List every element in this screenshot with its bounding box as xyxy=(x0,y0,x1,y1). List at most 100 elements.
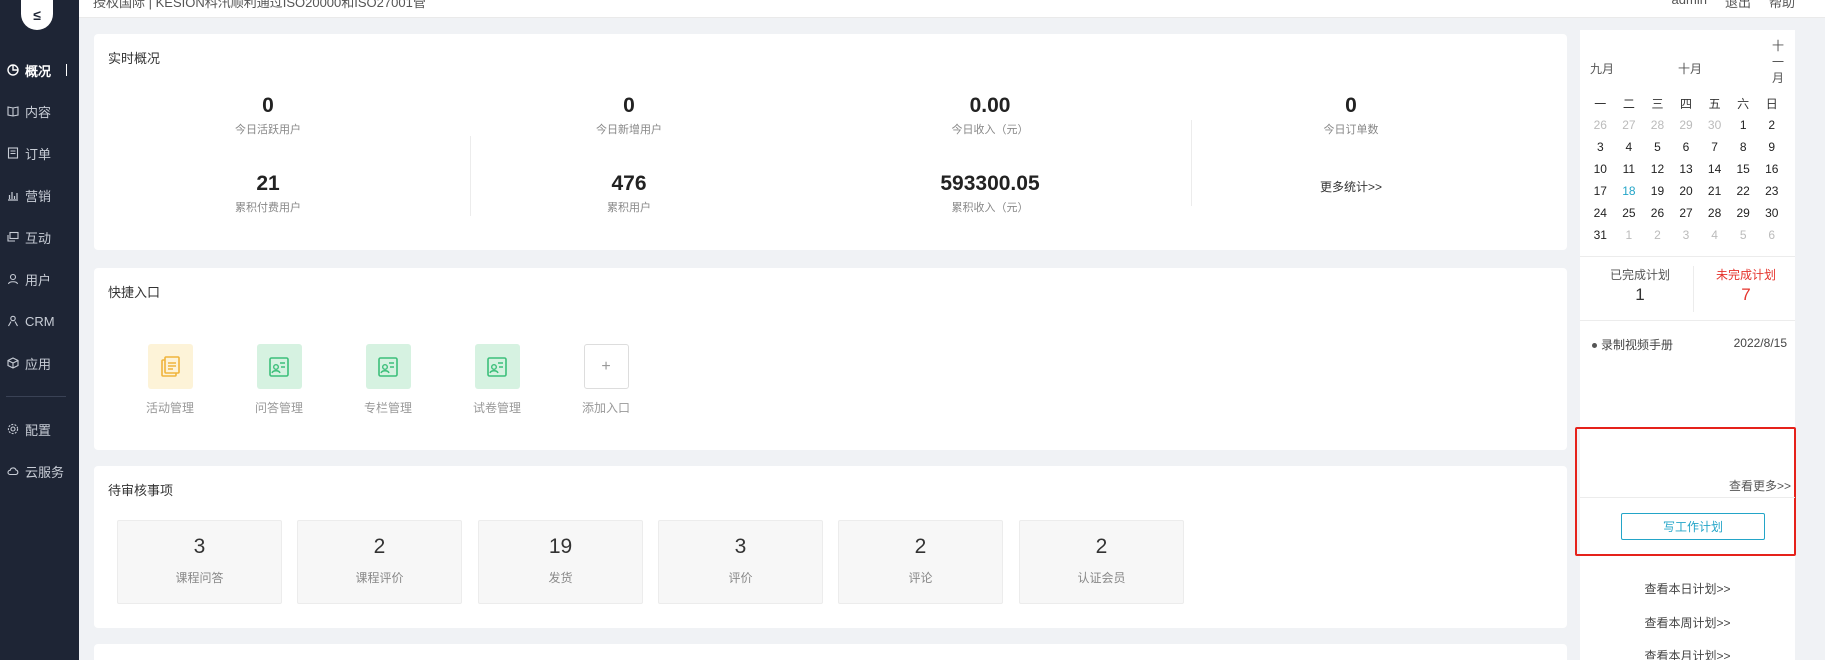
sidebar-item-cloud[interactable]: 云服务 xyxy=(0,459,79,483)
more-stats-link[interactable]: 更多统计>> xyxy=(1320,180,1382,194)
calendar-day[interactable]: 30 xyxy=(1757,206,1786,220)
view-week-plans-link[interactable]: 查看本周计划>> xyxy=(1580,614,1795,631)
calendar-day-today[interactable]: 18 xyxy=(1615,184,1644,198)
calendar-day[interactable]: 1 xyxy=(1729,118,1758,132)
logo[interactable]: ≤ xyxy=(21,0,53,30)
sidebar-item-crm[interactable]: CRM xyxy=(0,309,79,333)
calendar-day[interactable]: 3 xyxy=(1586,140,1615,154)
calendar-day[interactable]: 2 xyxy=(1757,118,1786,132)
sidebar-item-marketing[interactable]: 营销 xyxy=(0,183,79,207)
pending-verified-member[interactable]: 2 认证会员 xyxy=(1019,520,1184,604)
quick-entry-activity[interactable]: 活动管理 xyxy=(135,344,205,416)
pending-course-qa[interactable]: 3 课程问答 xyxy=(117,520,282,604)
sidebar-item-orders[interactable]: 订单 xyxy=(0,141,79,165)
month-prev[interactable]: 九月 xyxy=(1590,60,1614,77)
view-month-plans-link[interactable]: 查看本月计划>> xyxy=(1580,647,1795,660)
calendar-day[interactable]: 17 xyxy=(1586,184,1615,198)
view-today-plans-link[interactable]: 查看本日计划>> xyxy=(1580,580,1795,597)
calendar-day[interactable]: 16 xyxy=(1757,162,1786,176)
calendar-day[interactable]: 13 xyxy=(1672,162,1701,176)
section-title: 实时概况 xyxy=(108,51,161,66)
calendar-day[interactable]: 8 xyxy=(1729,140,1758,154)
calendar-day[interactable]: 7 xyxy=(1700,140,1729,154)
calendar-day[interactable]: 15 xyxy=(1729,162,1758,176)
right-panel: 九月 十月 十一月 一 二 三 四 五 六 日 26 27 28 29 30 1… xyxy=(1580,30,1795,660)
column-icon xyxy=(365,344,411,389)
sidebar-item-interaction[interactable]: 互动 xyxy=(0,225,79,249)
pending-rating[interactable]: 3 评价 xyxy=(658,520,823,604)
quick-entry-column[interactable]: 专栏管理 xyxy=(353,344,423,416)
calendar-day[interactable]: 28 xyxy=(1700,206,1729,220)
write-plan-button[interactable]: 写工作计划 xyxy=(1621,513,1765,540)
calendar-day[interactable]: 19 xyxy=(1643,184,1672,198)
calendar-day[interactable]: 27 xyxy=(1615,118,1644,132)
sidebar-item-overview[interactable]: 概况 xyxy=(0,58,79,82)
calendar-day[interactable]: 10 xyxy=(1586,162,1615,176)
stat-total-paid-users: 21 累积付费用户 xyxy=(235,172,301,214)
calendar-day[interactable]: 26 xyxy=(1643,206,1672,220)
calendar-day[interactable]: 25 xyxy=(1615,206,1644,220)
calendar-day[interactable]: 12 xyxy=(1643,162,1672,176)
sidebar-item-content[interactable]: 内容 xyxy=(0,99,79,123)
cube-icon xyxy=(6,356,20,370)
calendar-day[interactable]: 1 xyxy=(1615,228,1644,242)
sidebar-item-apps[interactable]: 应用 xyxy=(0,351,79,375)
calendar-day[interactable]: 9 xyxy=(1757,140,1786,154)
notice-ticker[interactable]: 授权国际 | KESION科汛顺利通过ISO20000和ISO27001管 xyxy=(93,0,426,11)
calendar: 一 二 三 四 五 六 日 26 27 28 29 30 1 2 3 4 5 6… xyxy=(1586,92,1786,246)
add-quick-entry[interactable]: + 添加入口 xyxy=(571,344,641,416)
calendar-day[interactable]: 22 xyxy=(1729,184,1758,198)
header-link-logout[interactable]: 退出 xyxy=(1725,0,1751,11)
calendar-day[interactable]: 4 xyxy=(1615,140,1644,154)
calendar-day[interactable]: 2 xyxy=(1643,228,1672,242)
calendar-day[interactable]: 20 xyxy=(1672,184,1701,198)
calendar-day[interactable]: 5 xyxy=(1643,140,1672,154)
stat-total-income: 593300.05 累积收入（元） xyxy=(940,172,1040,214)
pending-course-review[interactable]: 2 课程评价 xyxy=(297,520,462,604)
calendar-day[interactable]: 23 xyxy=(1757,184,1786,198)
calendar-day[interactable]: 6 xyxy=(1672,140,1701,154)
calendar-day[interactable]: 14 xyxy=(1700,162,1729,176)
quick-entry-qa[interactable]: 问答管理 xyxy=(244,344,314,416)
calendar-day[interactable]: 29 xyxy=(1672,118,1701,132)
sidebar-item-users[interactable]: 用户 xyxy=(0,267,79,291)
uncompleted-plans[interactable]: 未完成计划 7 xyxy=(1696,266,1796,305)
bullet-icon xyxy=(1592,343,1597,349)
view-more-link[interactable]: 查看更多>> xyxy=(1729,477,1791,494)
calendar-day[interactable]: 24 xyxy=(1586,206,1615,220)
user-name[interactable]: admin xyxy=(1672,0,1707,11)
sidebar-item-label: 配置 xyxy=(25,422,52,438)
pie-chart-icon xyxy=(6,63,20,77)
activity-icon xyxy=(147,344,193,389)
calendar-day[interactable]: 3 xyxy=(1672,228,1701,242)
calendar-day[interactable]: 30 xyxy=(1700,118,1729,132)
calendar-day[interactable]: 6 xyxy=(1757,228,1786,242)
calendar-day[interactable]: 21 xyxy=(1700,184,1729,198)
plan-item-date: 2022/8/15 xyxy=(1733,336,1787,350)
next-card xyxy=(94,644,1567,660)
bar-chart-icon xyxy=(6,188,20,202)
pending-shipping[interactable]: 19 发货 xyxy=(478,520,643,604)
sidebar-item-label: 互动 xyxy=(25,230,52,246)
sidebar-item-settings[interactable]: 配置 xyxy=(0,417,79,441)
sidebar-item-label: 订单 xyxy=(25,146,52,162)
calendar-day[interactable]: 27 xyxy=(1672,206,1701,220)
stat-today-orders: 0 今日订单数 xyxy=(1323,94,1379,136)
section-title: 快捷入口 xyxy=(108,285,161,300)
month-next[interactable]: 十一月 xyxy=(1771,38,1785,86)
month-current[interactable]: 十月 xyxy=(1678,60,1702,77)
header-actions: admin 退出 帮助 xyxy=(1672,0,1795,11)
quick-entry-exam[interactable]: 试卷管理 xyxy=(462,344,532,416)
header-link-help[interactable]: 帮助 xyxy=(1769,0,1795,11)
calendar-day[interactable]: 11 xyxy=(1615,162,1644,176)
calendar-day[interactable]: 29 xyxy=(1729,206,1758,220)
calendar-day[interactable]: 4 xyxy=(1700,228,1729,242)
qa-icon xyxy=(256,344,302,389)
plan-item[interactable]: 录制视频手册 2022/8/15 xyxy=(1592,336,1787,353)
calendar-day[interactable]: 5 xyxy=(1729,228,1758,242)
pending-comment[interactable]: 2 评论 xyxy=(838,520,1003,604)
calendar-day[interactable]: 26 xyxy=(1586,118,1615,132)
calendar-day[interactable]: 28 xyxy=(1643,118,1672,132)
calendar-day[interactable]: 31 xyxy=(1586,228,1615,242)
completed-plans[interactable]: 已完成计划 1 xyxy=(1590,266,1690,305)
